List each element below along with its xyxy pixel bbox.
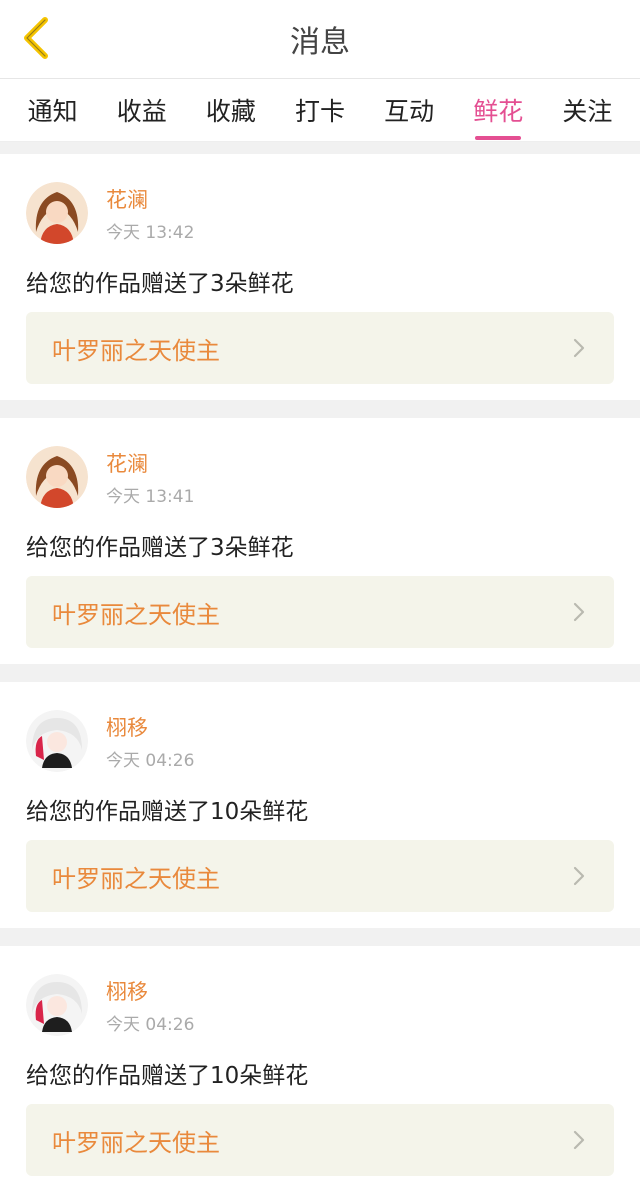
work-title: 叶罗丽之天使主 — [52, 1128, 220, 1157]
avatar[interactable] — [26, 446, 88, 508]
message-list: 花澜 今天 13:42 给您的作品赠送了3朵鲜花 叶罗丽之天使主 花澜 今天 1… — [0, 142, 640, 1192]
work-title: 叶罗丽之天使主 — [52, 336, 220, 365]
tab-flowers[interactable]: 鲜花 — [469, 86, 527, 140]
work-title: 叶罗丽之天使主 — [52, 600, 220, 629]
tab-notice[interactable]: 通知 — [24, 86, 82, 134]
work-link[interactable]: 叶罗丽之天使主 — [26, 1104, 614, 1176]
tab-follow[interactable]: 关注 — [558, 86, 616, 134]
chevron-right-icon — [573, 1130, 585, 1150]
chevron-right-icon — [573, 602, 585, 622]
work-title: 叶罗丽之天使主 — [52, 864, 220, 893]
message-card: 花澜 今天 13:42 给您的作品赠送了3朵鲜花 叶罗丽之天使主 — [0, 154, 640, 400]
username[interactable]: 花澜 — [106, 184, 148, 214]
tab-earnings[interactable]: 收益 — [113, 86, 171, 134]
work-link[interactable]: 叶罗丽之天使主 — [26, 312, 614, 384]
timestamp: 今天 04:26 — [106, 1015, 195, 1035]
message-text: 给您的作品赠送了10朵鲜花 — [26, 1063, 309, 1089]
avatar[interactable] — [26, 974, 88, 1036]
timestamp: 今天 04:26 — [106, 751, 195, 771]
message-card: 栩移 今天 04:26 给您的作品赠送了10朵鲜花 叶罗丽之天使主 — [0, 946, 640, 1192]
chevron-right-icon — [573, 866, 585, 886]
timestamp: 今天 13:42 — [106, 223, 195, 243]
message-card: 花澜 今天 13:41 给您的作品赠送了3朵鲜花 叶罗丽之天使主 — [0, 418, 640, 664]
username[interactable]: 花澜 — [106, 448, 148, 478]
username[interactable]: 栩移 — [106, 976, 148, 1006]
message-card: 栩移 今天 04:26 给您的作品赠送了10朵鲜花 叶罗丽之天使主 — [0, 682, 640, 928]
message-text: 给您的作品赠送了10朵鲜花 — [26, 799, 309, 825]
avatar[interactable] — [26, 710, 88, 772]
page-title: 消息 — [290, 25, 350, 60]
tab-interaction[interactable]: 互动 — [380, 86, 438, 134]
message-text: 给您的作品赠送了3朵鲜花 — [26, 535, 294, 561]
tab-checkin[interactable]: 打卡 — [291, 86, 349, 134]
timestamp: 今天 13:41 — [106, 487, 195, 507]
tab-favorites[interactable]: 收藏 — [202, 86, 260, 134]
avatar[interactable] — [26, 182, 88, 244]
username[interactable]: 栩移 — [106, 712, 148, 742]
chevron-right-icon — [573, 338, 585, 358]
work-link[interactable]: 叶罗丽之天使主 — [26, 840, 614, 912]
top-bar: 消息 — [0, 0, 640, 79]
work-link[interactable]: 叶罗丽之天使主 — [26, 576, 614, 648]
tab-bar: 通知 收益 收藏 打卡 互动 鲜花 关注 — [0, 79, 640, 142]
message-text: 给您的作品赠送了3朵鲜花 — [26, 271, 294, 297]
